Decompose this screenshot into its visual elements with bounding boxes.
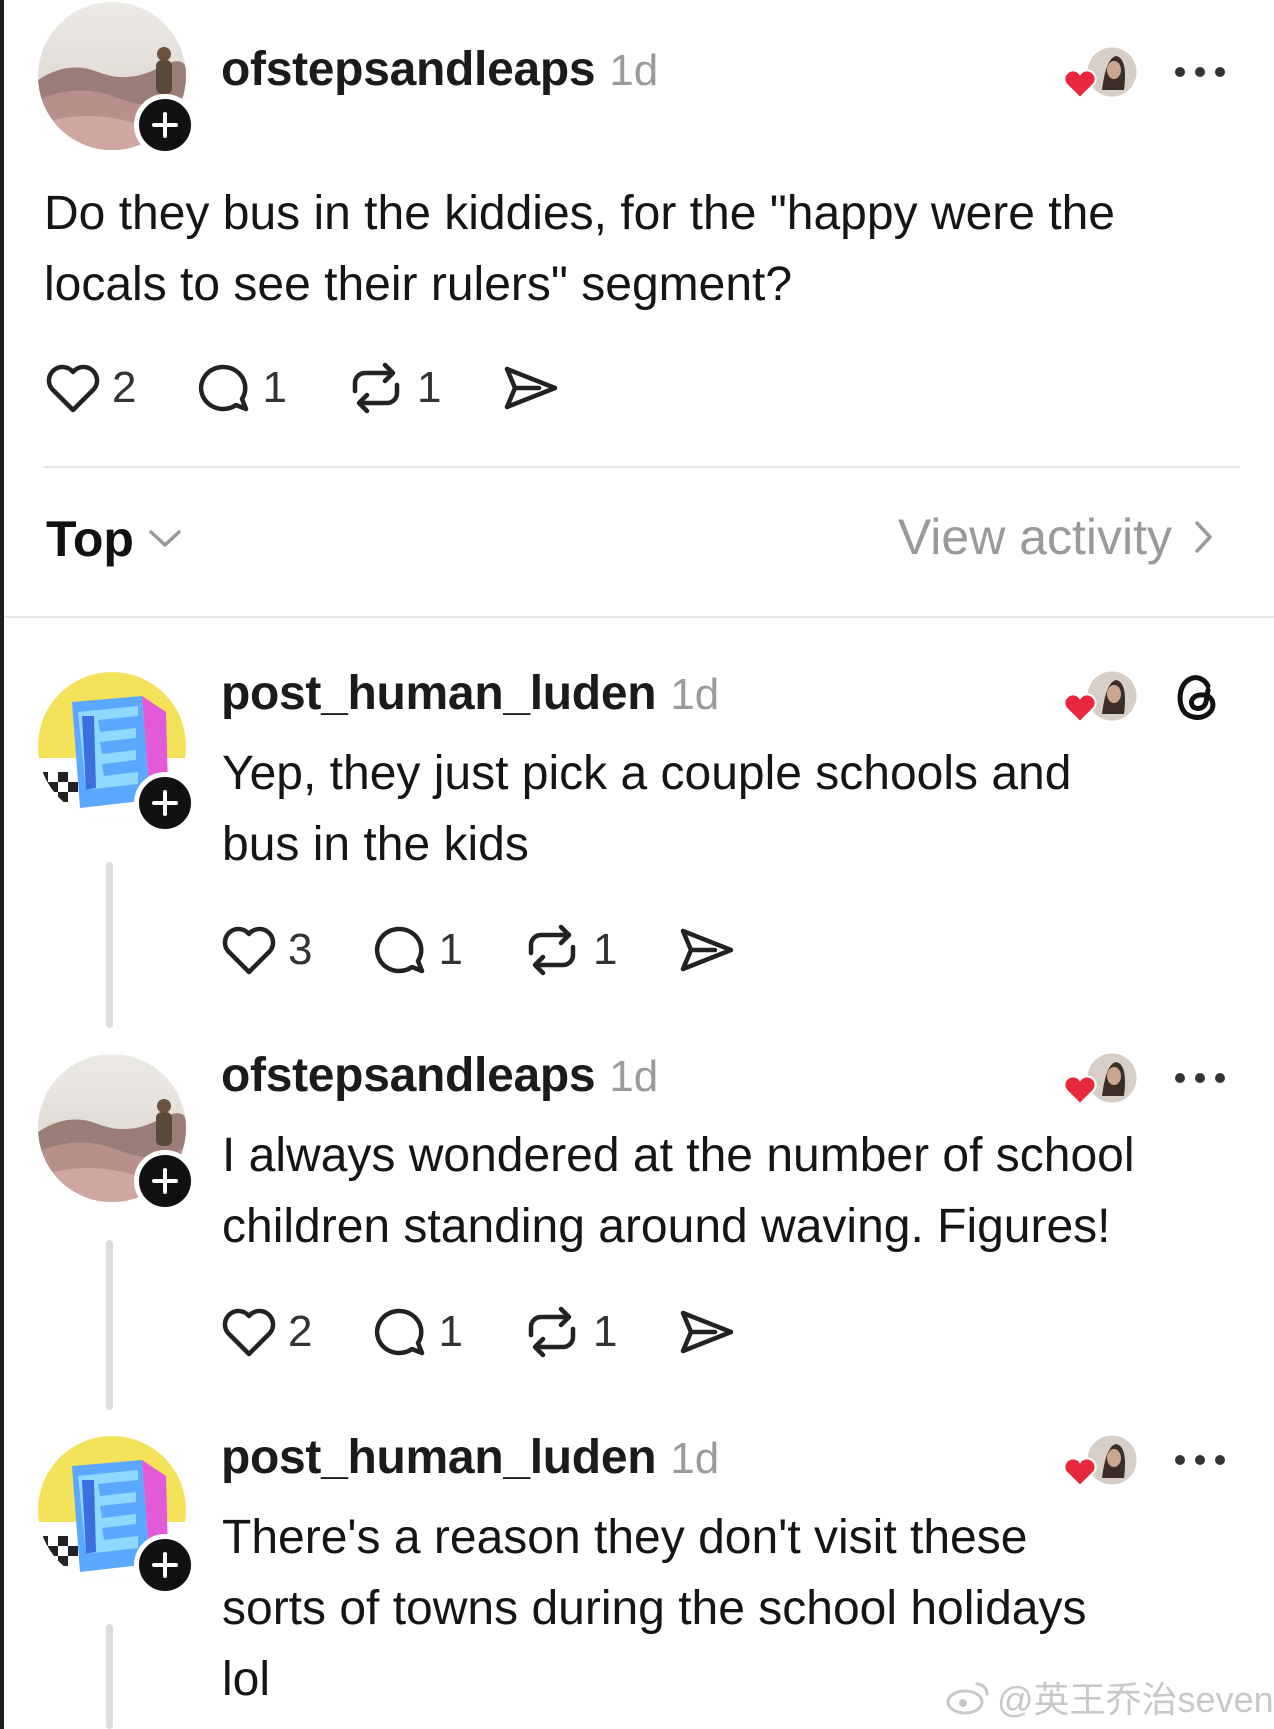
- reply-button[interactable]: 1: [370, 923, 463, 977]
- thread-line: [106, 862, 113, 1028]
- liked-by-author-indicator: [1058, 40, 1142, 104]
- thread-line: [106, 1240, 113, 1410]
- reply-text-line: I always wondered at the number of schoo…: [222, 1129, 1135, 1182]
- sort-dropdown[interactable]: Top: [46, 510, 182, 568]
- post-time: 1d: [609, 46, 659, 95]
- threads-logo-icon[interactable]: [1170, 668, 1226, 724]
- reply-text-line: Yep, they just pick a couple schools and: [222, 747, 1072, 800]
- divider: [44, 466, 1240, 468]
- repost-count: 1: [592, 925, 618, 974]
- reply-time: 1d: [609, 1052, 659, 1101]
- more-icon[interactable]: [1170, 1068, 1230, 1088]
- heart-icon: [1063, 693, 1097, 724]
- like-button[interactable]: 2: [220, 1305, 312, 1359]
- chevron-down-icon: [149, 530, 181, 547]
- reply-text-line: sorts of towns during the school holiday…: [222, 1582, 1087, 1635]
- comment-icon: [375, 1308, 425, 1356]
- follow-button[interactable]: [134, 1150, 196, 1212]
- share-icon: [505, 366, 558, 410]
- share-button[interactable]: [499, 361, 561, 415]
- repost-button[interactable]: 1: [345, 361, 441, 415]
- reply-count: 1: [438, 1307, 463, 1356]
- repost-button[interactable]: 1: [521, 1305, 617, 1359]
- like-button[interactable]: 2: [44, 361, 136, 415]
- heart-icon: [1063, 1457, 1097, 1488]
- reply-button[interactable]: 1: [370, 1305, 463, 1359]
- follow-button[interactable]: [134, 1534, 196, 1596]
- divider: [4, 616, 1274, 618]
- window-edge: [0, 0, 4, 1729]
- reply-actions: 2 1 1: [220, 1302, 795, 1362]
- more-icon[interactable]: [1170, 1450, 1230, 1470]
- reply-count: 1: [438, 925, 463, 974]
- follow-button[interactable]: [134, 772, 196, 834]
- heart-icon: [222, 926, 276, 975]
- like-count: 2: [112, 363, 137, 412]
- username[interactable]: ofstepsandleaps: [221, 42, 596, 97]
- share-button[interactable]: [675, 1305, 737, 1359]
- username[interactable]: post_human_luden: [221, 666, 657, 721]
- reply-text-line: There's a reason they don't visit these: [222, 1511, 1028, 1564]
- repost-count: 1: [416, 363, 442, 412]
- repost-count: 1: [592, 1307, 618, 1356]
- repost-button[interactable]: 1: [521, 923, 617, 977]
- post-text: Do they bus in the kiddies, for the "hap…: [44, 178, 1115, 320]
- heart-icon: [1063, 1075, 1097, 1106]
- username[interactable]: post_human_luden: [221, 1430, 657, 1485]
- reply-button[interactable]: 1: [194, 361, 287, 415]
- share-icon: [681, 1310, 734, 1354]
- reply-header: post_human_luden 1d: [221, 666, 719, 726]
- plus-icon: [152, 112, 178, 138]
- reply-text: I always wondered at the number of schoo…: [222, 1120, 1135, 1262]
- follow-button[interactable]: [134, 94, 196, 156]
- chevron-right-icon: [1195, 521, 1212, 553]
- view-activity-label: View activity: [897, 509, 1172, 565]
- reply-count: 1: [262, 363, 287, 412]
- more-icon[interactable]: [1170, 62, 1230, 82]
- comment-icon: [199, 364, 249, 412]
- weibo-logo-icon: [946, 1682, 989, 1715]
- reply-header: post_human_luden 1d: [221, 1430, 719, 1490]
- post-actions: 2 1 1: [44, 358, 619, 418]
- watermark: @英王乔治seven: [945, 1671, 1274, 1723]
- share-button[interactable]: [675, 923, 737, 977]
- watermark-text: @英王乔治seven: [997, 1679, 1274, 1720]
- heart-icon: [46, 364, 100, 413]
- repost-icon: [528, 924, 576, 976]
- plus-icon: [152, 1552, 178, 1578]
- sort-label: Top: [46, 511, 134, 567]
- post-header: ofstepsandleaps 1d: [221, 42, 658, 102]
- username[interactable]: ofstepsandleaps: [221, 1048, 596, 1103]
- thread-line: [106, 1624, 113, 1729]
- like-button[interactable]: 3: [220, 923, 312, 977]
- post-text-line: locals to see their rulers" segment?: [44, 258, 793, 311]
- repost-icon: [528, 1306, 576, 1358]
- liked-by-author-indicator: [1058, 1428, 1142, 1492]
- heart-icon: [1063, 69, 1097, 100]
- view-activity-link[interactable]: View activity: [898, 508, 1214, 566]
- reply-text-line: children standing around waving. Figures…: [222, 1200, 1111, 1253]
- reply-header: ofstepsandleaps 1d: [221, 1048, 658, 1108]
- reply-text: Yep, they just pick a couple schools and…: [222, 738, 1071, 880]
- plus-icon: [152, 790, 178, 816]
- liked-by-author-indicator: [1058, 664, 1142, 728]
- repost-icon: [352, 362, 400, 414]
- plus-icon: [152, 1168, 178, 1194]
- comment-icon: [375, 926, 425, 974]
- reply-time: 1d: [670, 670, 720, 719]
- like-count: 2: [288, 1307, 313, 1356]
- liked-by-author-indicator: [1058, 1046, 1142, 1110]
- reply-text-line: bus in the kids: [222, 818, 529, 871]
- like-count: 3: [288, 925, 313, 974]
- reply-actions: 3 1 1: [220, 920, 795, 980]
- reply-time: 1d: [670, 1434, 720, 1483]
- share-icon: [681, 928, 734, 972]
- post-text-line: Do they bus in the kiddies, for the "hap…: [44, 187, 1115, 240]
- heart-icon: [222, 1308, 276, 1357]
